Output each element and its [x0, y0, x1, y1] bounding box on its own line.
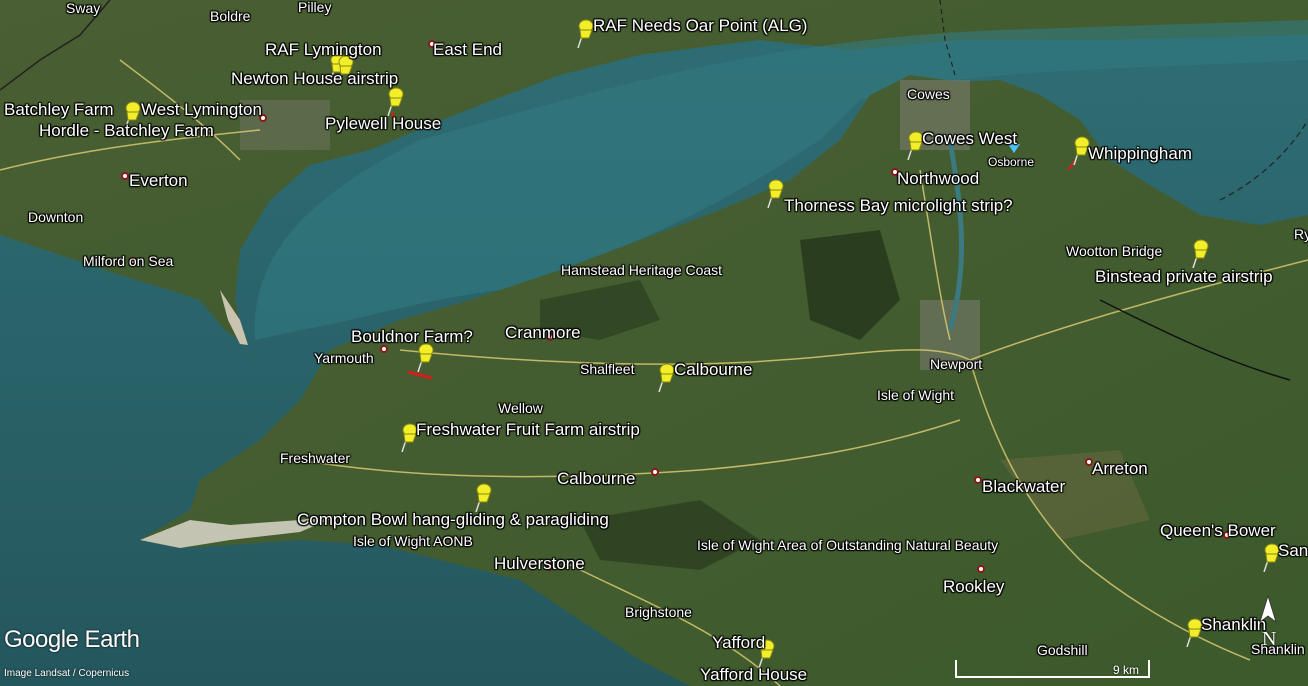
place-label: Wellow [498, 400, 543, 416]
place-label[interactable]: Binstead private airstrip [1095, 268, 1273, 285]
place-label[interactable]: Thorness Bay microlight strip? [784, 197, 1013, 214]
place-label: East End [433, 40, 502, 59]
place-label[interactable]: Compton Bowl hang-gliding & paragliding [297, 511, 609, 528]
place-dot [974, 476, 982, 484]
place-label: Newport [930, 356, 983, 372]
place-label: Isle of Wight Area of Outstanding Natura… [697, 537, 999, 553]
place-label: Brighstone [625, 604, 692, 620]
place-label: Wootton Bridge [1066, 243, 1163, 259]
place-label: Sway [66, 0, 101, 16]
place-label: Cowes [907, 86, 950, 102]
place-dot [977, 565, 985, 573]
scale-label: 9 km [1113, 663, 1140, 677]
place-dot [121, 172, 129, 180]
place-label: Northwood [897, 169, 980, 188]
place-label: Pilley [298, 0, 332, 15]
imagery-credit: Image Landsat / Copernicus [4, 668, 130, 679]
google-earth-logo: Google Earth [4, 626, 140, 653]
place-label[interactable]: Hordle - Batchley Farm [39, 122, 214, 139]
pushpin-icon[interactable] [472, 482, 494, 512]
place-label[interactable]: Calbourne [674, 361, 752, 378]
place-label: Everton [129, 171, 188, 190]
place-label: Queen's Bower [1160, 521, 1276, 540]
place-label[interactable]: Cowes West [922, 130, 1017, 147]
place-label: Yarmouth [314, 350, 374, 366]
place-label: Milford on Sea [83, 253, 174, 269]
place-label: Isle of Wight AONB [353, 533, 473, 549]
place-label[interactable]: RAF Lymington [265, 41, 382, 58]
place-label[interactable]: Bouldnor Farm? [351, 328, 473, 345]
place-label: Blackwater [982, 477, 1066, 496]
place-label: Calbourne [557, 469, 636, 488]
place-label[interactable]: Yafford House [700, 666, 807, 683]
place-label: Cranmore [505, 323, 581, 342]
place-label: Osborne [988, 155, 1035, 169]
pushpin-icon[interactable] [764, 178, 786, 208]
place-label: Hulverstone [494, 554, 585, 573]
place-label[interactable]: San [1278, 542, 1308, 559]
place-label[interactable]: Pylewell House [325, 115, 441, 132]
place-label: Arreton [1092, 459, 1148, 478]
map-view[interactable]: Sway Boldre Pilley RAF Needs Oar Point (… [0, 0, 1308, 686]
place-dot [651, 468, 659, 476]
place-label: Boldre [210, 8, 251, 24]
place-label: Yafford [712, 633, 766, 652]
place-label: Isle of Wight [877, 387, 955, 403]
place-label: Freshwater [280, 450, 351, 466]
place-label[interactable]: Batchley Farm [4, 101, 114, 118]
place-label: West Lymington [141, 100, 262, 119]
place-label: Rookley [943, 577, 1005, 596]
pushpin-icon[interactable] [384, 86, 406, 116]
place-label[interactable]: Whippingham [1088, 145, 1192, 162]
place-label: Godshill [1037, 642, 1088, 658]
place-label[interactable]: RAF Needs Oar Point (ALG) [593, 17, 807, 34]
place-label[interactable]: Freshwater Fruit Farm airstrip [416, 421, 640, 438]
place-label: Shalfleet [580, 361, 635, 377]
pushpin-icon[interactable] [414, 342, 436, 372]
pushpin-icon[interactable] [1189, 238, 1211, 268]
place-label: Downton [28, 209, 84, 225]
place-label[interactable]: Newton House airstrip [231, 70, 398, 87]
place-dot [380, 345, 388, 353]
place-label: Ry [1294, 226, 1308, 242]
north-label: N [1262, 628, 1277, 650]
place-label: Hamstead Heritage Coast [561, 262, 723, 278]
